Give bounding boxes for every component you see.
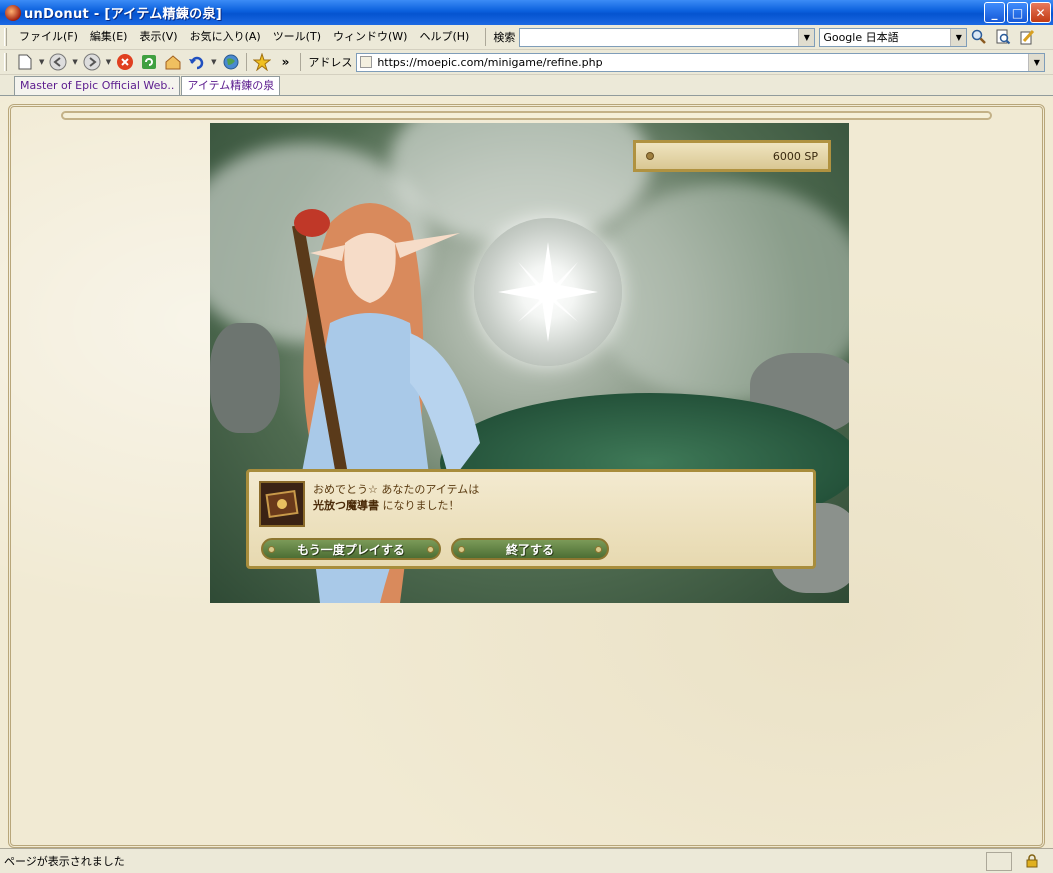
search-engine-select[interactable]: Google 日本語 ▼ — [819, 27, 968, 47]
search-input[interactable]: ▼ — [519, 27, 816, 47]
result-dialog: おめでとう☆ あなたのアイテムは 光放つ魔導書 になりました！ もう一度プレイす… — [246, 469, 816, 569]
menu-bar: ファイル(F) 編集(E) 表示(V) お気に入り(A) ツール(T) ウィンド… — [0, 25, 1053, 50]
button-ornament — [458, 546, 465, 553]
close-button[interactable]: ✕ — [1030, 2, 1051, 23]
sp-value: 6000 SP — [772, 149, 818, 163]
tab-item-refine[interactable]: アイテム精錬の泉 — [181, 76, 281, 95]
new-dropdown-icon[interactable]: ▼ — [39, 58, 44, 66]
menu-help[interactable]: ヘルプ(H) — [413, 27, 475, 47]
address-label: アドレス — [308, 56, 353, 69]
page-favicon — [360, 56, 373, 68]
menu-view[interactable]: 表示(V) — [133, 27, 183, 47]
result-message-suffix: になりました！ — [379, 499, 460, 512]
minigame-canvas[interactable]: 6000 SP おめでとう☆ あなたのアイテムは 光放つ魔導書 になりました！ … — [210, 123, 849, 603]
status-panel — [986, 852, 1012, 871]
status-text: ページが表示されました — [4, 855, 125, 868]
engine-dropdown-icon[interactable]: ▼ — [950, 28, 967, 46]
refresh-icon[interactable] — [140, 53, 158, 71]
home-icon[interactable] — [164, 53, 182, 71]
search-icon[interactable] — [970, 28, 988, 46]
separator — [300, 53, 302, 71]
lock-icon — [1026, 854, 1038, 868]
address-bar[interactable]: https://moepic.com/minigame/refine.php ▼ — [356, 52, 1046, 72]
minimize-button[interactable]: _ — [984, 2, 1005, 23]
separator — [485, 28, 487, 46]
page-content: 6000 SP おめでとう☆ あなたのアイテムは 光放つ魔導書 になりました！ … — [0, 96, 1053, 848]
new-page-icon[interactable] — [16, 53, 34, 71]
button-ornament — [268, 546, 275, 553]
undo-icon[interactable] — [188, 53, 206, 71]
exit-label: 終了する — [505, 542, 554, 557]
maximize-button[interactable]: □ — [1007, 2, 1028, 23]
forward-dropdown-icon[interactable]: ▼ — [106, 58, 111, 66]
globe-icon[interactable] — [222, 53, 240, 71]
back-dropdown-icon[interactable]: ▼ — [72, 58, 77, 66]
stop-icon[interactable] — [116, 53, 134, 71]
search-label: 検索 — [493, 31, 516, 44]
find-in-page-icon[interactable] — [994, 28, 1012, 46]
play-again-button[interactable]: もう一度プレイする — [261, 538, 441, 560]
search-engine-value: Google 日本語 — [823, 31, 899, 44]
title-bar[interactable]: unDonut - [アイテム精錬の泉] _ □ ✕ — [0, 0, 1053, 25]
button-ornament — [595, 546, 602, 553]
app-icon — [5, 4, 21, 21]
address-url: https://moepic.com/minigame/refine.php — [377, 55, 603, 69]
button-ornament — [427, 546, 434, 553]
search-dropdown-icon[interactable]: ▼ — [798, 28, 815, 46]
frame-top-bar — [61, 111, 992, 120]
status-bar: ページが表示されました — [0, 848, 1053, 873]
menu-favorites[interactable]: お気に入り(A) — [184, 27, 267, 47]
forward-icon[interactable] — [83, 53, 101, 71]
menu-edit[interactable]: 編集(E) — [84, 27, 134, 47]
menu-tools[interactable]: ツール(T) — [267, 27, 327, 47]
sp-counter: 6000 SP — [633, 140, 831, 172]
navigation-toolbar: ▼ ▼ ▼ ▼ » アドレス https://moepic.com/miniga… — [0, 50, 1053, 75]
tab-bar: Master of Epic Official Web.. アイテム精錬の泉 — [0, 75, 1053, 96]
spellbook-icon — [259, 481, 305, 527]
back-icon[interactable] — [49, 53, 67, 71]
address-dropdown-icon[interactable]: ▼ — [1028, 53, 1045, 71]
sparkle-orb — [474, 218, 622, 366]
chevron-more-icon[interactable]: » — [282, 55, 290, 69]
separator — [245, 53, 247, 71]
favorites-star-icon[interactable] — [252, 53, 271, 71]
result-message-line2: 光放つ魔導書 になりました！ — [313, 497, 460, 513]
sparkle-icon — [498, 242, 598, 342]
play-again-label: もう一度プレイする — [297, 542, 405, 557]
coin-icon — [646, 152, 654, 160]
menu-window[interactable]: ウィンドウ(W) — [327, 27, 413, 47]
result-message-line1: おめでとう☆ あなたのアイテムは — [313, 483, 480, 496]
result-item-name: 光放つ魔導書 — [313, 499, 379, 512]
window-title: unDonut - [アイテム精錬の泉] — [24, 7, 222, 22]
highlight-icon[interactable] — [1018, 28, 1036, 46]
tab-moe-official[interactable]: Master of Epic Official Web.. — [14, 76, 181, 95]
undo-dropdown-icon[interactable]: ▼ — [211, 58, 216, 66]
toolbar-grip[interactable] — [4, 28, 7, 46]
exit-button[interactable]: 終了する — [451, 538, 609, 560]
toolbar-grip[interactable] — [4, 53, 7, 71]
menu-file[interactable]: ファイル(F) — [13, 27, 84, 47]
